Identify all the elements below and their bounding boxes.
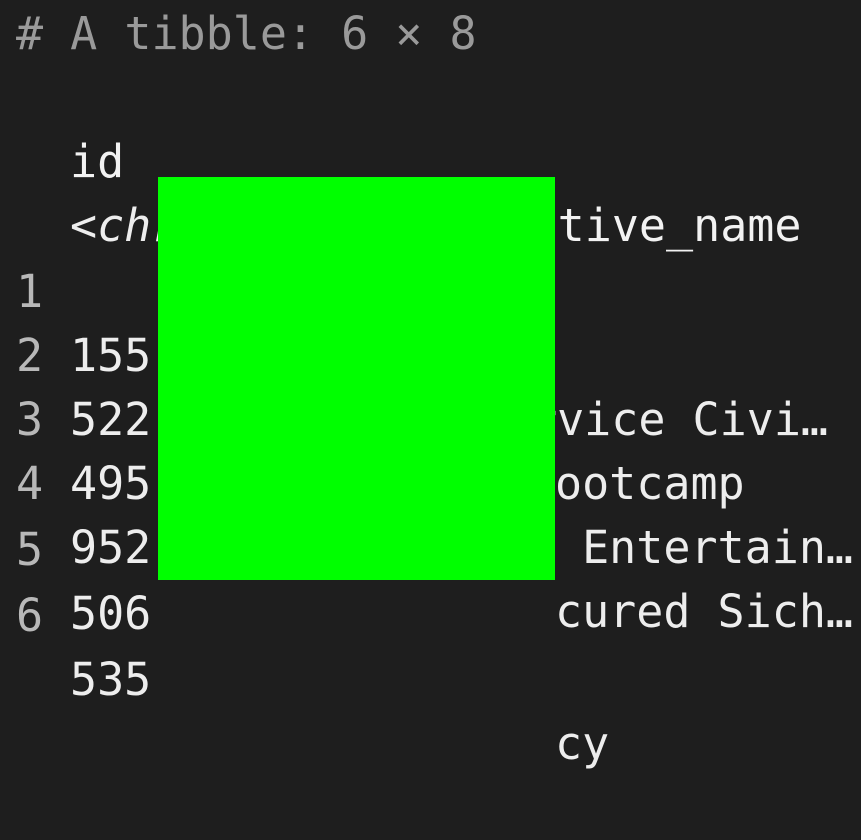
table-row: 4 952 cured Sich… [0,388,853,638]
row-descriptive-name: cured Sich… [555,585,854,638]
redaction-block [158,177,555,580]
tibble-summary-comment: # A tibble: 6 × 8 [16,7,477,60]
row-descriptive-name: cy [555,717,610,770]
row-descriptive-name: ootcamp [555,457,745,510]
row-id: 535 [70,653,152,706]
column-type-row: <chr> <chr> [0,130,503,316]
table-row: 6 535 cy [0,520,609,770]
table-row: 5 506 [0,454,151,640]
column-header-row: id descriptive_name [0,66,801,252]
row-descriptive-name: rvice Civi… [530,393,829,446]
table-row: 1 155 rvice Civi… [0,196,828,446]
table-row: 2 522 ootcamp [0,260,745,510]
row-descriptive-name: Entertain… [555,521,854,574]
r-console-output: # A tibble: 6 × 8 id descriptive_name <c… [0,0,861,770]
row-index: 6 [16,589,44,642]
table-row: 3 495 Entertain… [0,324,853,574]
